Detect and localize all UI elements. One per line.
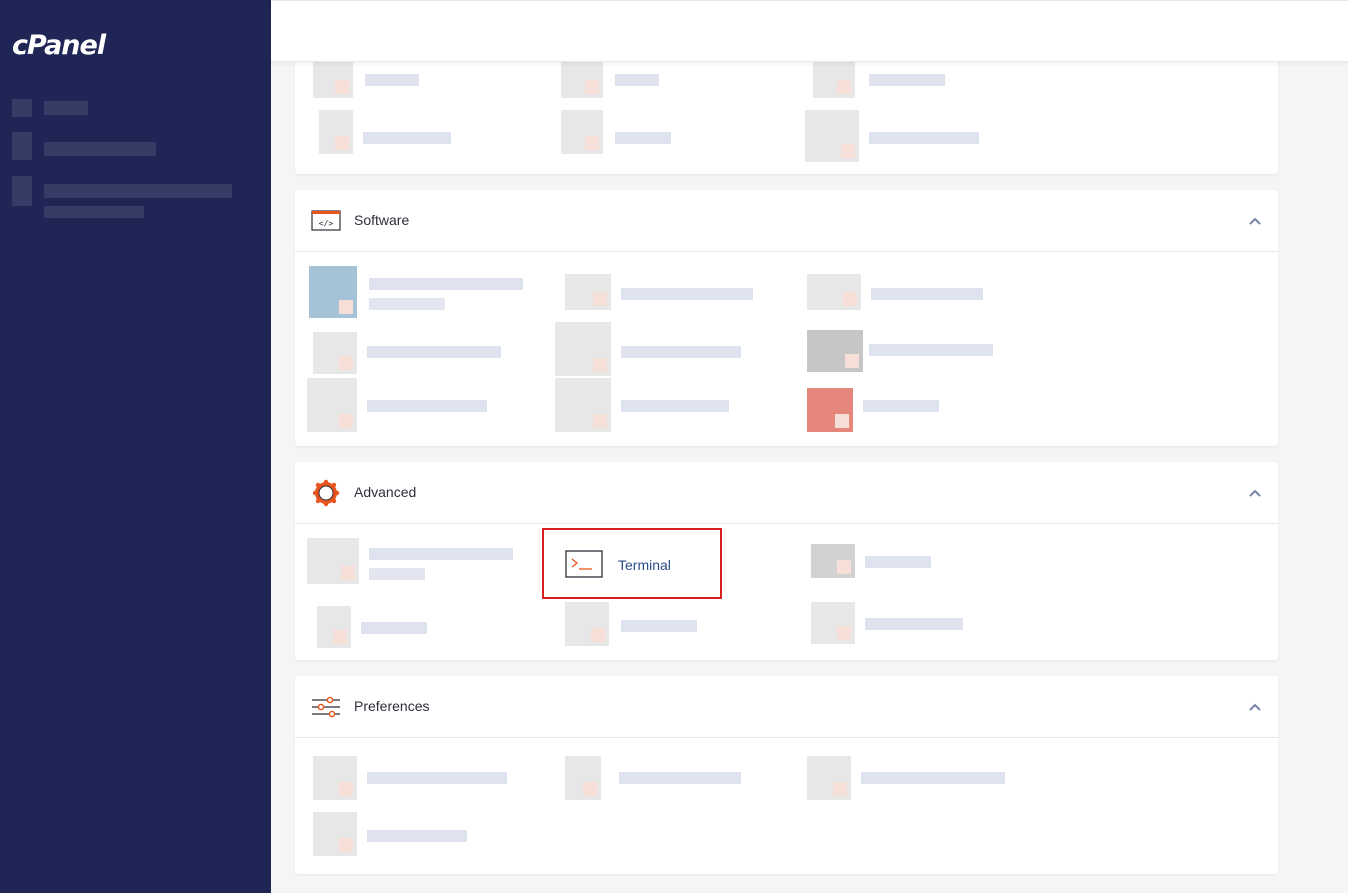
sidebar-item-blurred-3-text2: [44, 206, 144, 218]
sliders-icon: [312, 696, 340, 718]
top-bar: [271, 0, 1348, 62]
sidebar-item-blurred-2[interactable]: [12, 132, 32, 160]
chevron-up-icon[interactable]: [1248, 700, 1262, 714]
code-window-icon: </>: [311, 210, 341, 231]
advanced-panel-header[interactable]: Advanced: [295, 462, 1278, 524]
software-title: Software: [354, 212, 410, 228]
preferences-title: Preferences: [354, 698, 430, 714]
panel-partial-top: [295, 52, 1278, 174]
sidebar-item-blurred-1[interactable]: [12, 99, 32, 117]
svg-text:</>: </>: [319, 219, 334, 228]
terminal-label: Terminal: [618, 557, 671, 573]
sidebar-item-blurred-3[interactable]: [12, 176, 32, 206]
main-content: </> Software Advanced Terminal Preferenc…: [271, 52, 1348, 893]
cpanel-logo[interactable]: cPanel: [12, 30, 106, 61]
terminal-button[interactable]: Terminal: [542, 528, 722, 599]
sidebar-item-blurred-2-text: [44, 142, 156, 156]
sidebar: cPanel: [0, 0, 271, 893]
advanced-title: Advanced: [354, 484, 417, 500]
gear-icon: [312, 479, 340, 507]
software-panel: </> Software: [295, 190, 1278, 446]
sidebar-item-blurred-3-text: [44, 184, 232, 198]
software-panel-header[interactable]: </> Software: [295, 190, 1278, 252]
advanced-panel: Advanced Terminal: [295, 462, 1278, 660]
chevron-up-icon[interactable]: [1248, 214, 1262, 228]
preferences-panel: Preferences: [295, 676, 1278, 874]
preferences-panel-header[interactable]: Preferences: [295, 676, 1278, 738]
terminal-icon: [565, 550, 603, 578]
chevron-up-icon[interactable]: [1248, 486, 1262, 500]
sidebar-item-blurred-1-text: [44, 101, 88, 115]
